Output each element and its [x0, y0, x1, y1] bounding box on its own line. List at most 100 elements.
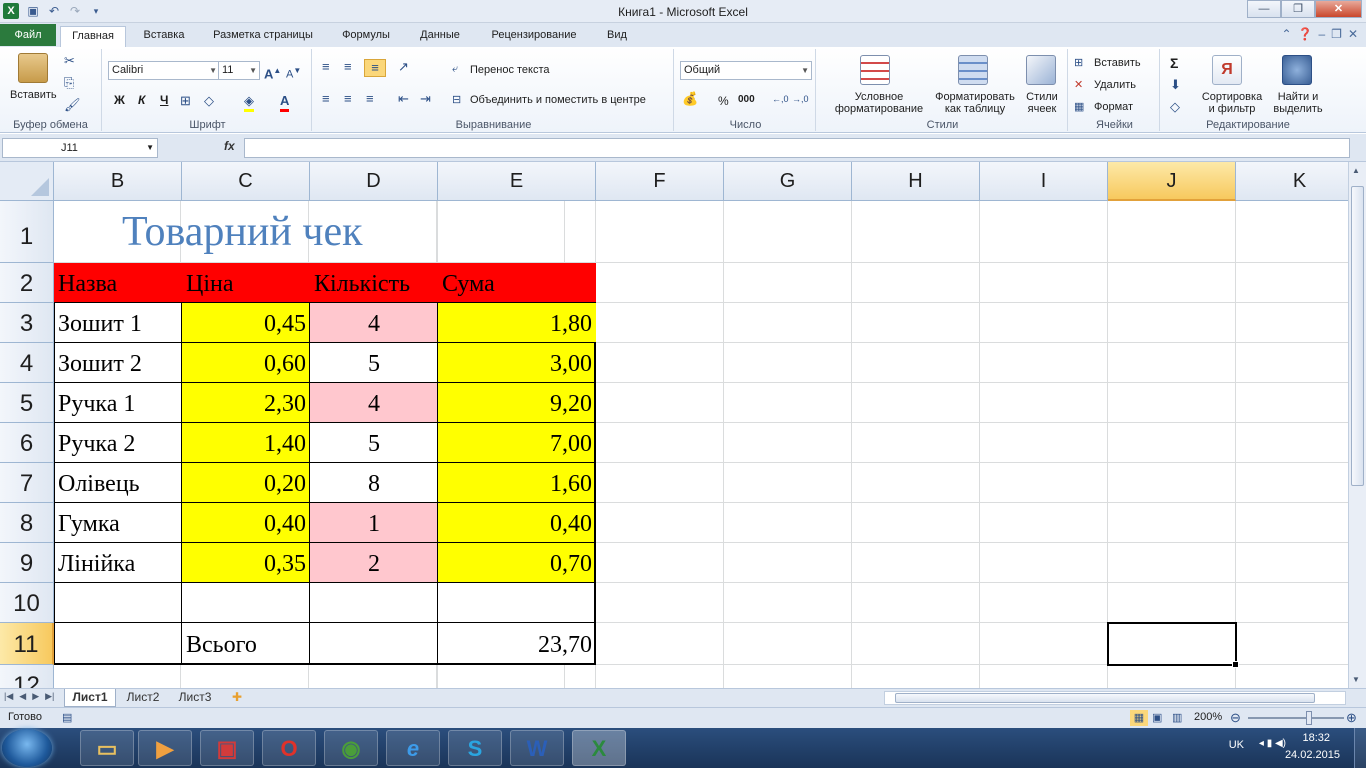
tray-icons[interactable]: ◂ ▮ ◀) — [1259, 738, 1286, 749]
format-cells-button[interactable]: Формат — [1094, 101, 1133, 113]
merge-center-icon[interactable]: ⊟ — [452, 92, 461, 108]
row-header-4[interactable]: 4 — [0, 343, 54, 383]
explorer-icon[interactable]: ▭ — [80, 730, 134, 766]
thousands-button[interactable]: 000 — [738, 94, 755, 105]
tab-insert[interactable]: Вставка — [134, 26, 194, 47]
percent-button[interactable]: % — [718, 94, 729, 108]
fill-icon[interactable]: ⬇ — [1170, 77, 1181, 93]
media-player-icon[interactable]: ▶ — [138, 730, 192, 766]
conditional-formatting-button[interactable]: Условное форматирование — [824, 91, 934, 115]
column-header-k[interactable]: K — [1236, 162, 1348, 201]
column-header-i[interactable]: I — [980, 162, 1108, 201]
tab-home[interactable]: Главная — [60, 26, 126, 47]
autosum-button[interactable]: Σ — [1170, 55, 1178, 71]
tab-page-layout[interactable]: Разметка страницы — [202, 26, 324, 47]
tab-formulas[interactable]: Формулы — [332, 26, 400, 47]
worksheet-grid[interactable]: B C D E F G H I J K 1 2 3 4 5 6 7 8 9 10… — [0, 162, 1348, 688]
zoom-slider-thumb[interactable] — [1306, 711, 1312, 725]
column-header-j[interactable]: J — [1108, 162, 1236, 201]
delete-cells-icon[interactable]: ✕ — [1074, 77, 1083, 93]
formula-input[interactable] — [244, 138, 1350, 158]
row-header-2[interactable]: 2 — [0, 263, 54, 303]
format-cells-icon[interactable]: ▦ — [1074, 99, 1084, 115]
bold-button[interactable]: Ж — [114, 93, 125, 107]
find-select-button[interactable]: Найти и выделить — [1266, 91, 1330, 115]
format-as-table-icon[interactable] — [958, 55, 988, 85]
tab-data[interactable]: Данные — [408, 26, 472, 47]
insert-cells-button[interactable]: Вставить — [1094, 57, 1141, 69]
restore-button[interactable]: ❐ — [1281, 0, 1315, 18]
internet-explorer-icon[interactable]: e — [386, 730, 440, 766]
macro-record-icon[interactable]: ▤ — [62, 710, 72, 726]
next-sheet-icon[interactable]: ▶ — [32, 691, 39, 702]
vertical-scroll-thumb[interactable] — [1351, 186, 1364, 486]
row-header-9[interactable]: 9 — [0, 543, 54, 583]
row-header-5[interactable]: 5 — [0, 383, 54, 423]
delete-cells-button[interactable]: Удалить — [1094, 79, 1136, 91]
minimize-ribbon-icon[interactable]: ⌃ — [1281, 27, 1291, 41]
language-indicator[interactable]: UK — [1229, 739, 1244, 751]
column-header-g[interactable]: G — [724, 162, 852, 201]
zoom-out-icon[interactable]: ⊖ — [1230, 710, 1241, 726]
zoom-slider[interactable] — [1248, 717, 1344, 719]
opera-icon[interactable]: O — [262, 730, 316, 766]
merge-center-button[interactable]: Объединить и поместить в центре — [470, 94, 646, 106]
vertical-scrollbar[interactable]: ▲ ▼ — [1348, 162, 1366, 688]
horizontal-scrollbar[interactable] — [884, 691, 1346, 705]
row-header-10[interactable]: 10 — [0, 583, 54, 623]
conditional-formatting-icon[interactable] — [860, 55, 890, 85]
italic-button[interactable]: К — [138, 93, 145, 107]
column-header-h[interactable]: H — [852, 162, 980, 201]
row-header-1[interactable]: 1 — [0, 201, 54, 263]
page-break-view-icon[interactable]: ▥ — [1172, 710, 1182, 726]
row-header-6[interactable]: 6 — [0, 423, 54, 463]
doc-minimize-icon[interactable]: – — [1318, 27, 1325, 41]
scroll-down-icon[interactable]: ▼ — [1352, 675, 1360, 684]
font-size-combo[interactable]: 11 ▼ — [218, 61, 260, 80]
format-painter-icon[interactable]: 🖌 — [64, 97, 81, 113]
cut-icon[interactable]: ✂ — [64, 53, 75, 69]
insert-function-button[interactable]: fx — [224, 139, 235, 153]
font-name-combo[interactable]: Calibri ▼ — [108, 61, 220, 80]
page-layout-view-icon[interactable]: ▣ — [1152, 710, 1162, 726]
tab-file[interactable]: Файл — [0, 24, 56, 46]
orientation-icon[interactable]: ↗ — [398, 59, 409, 75]
normal-view-icon[interactable]: ▦ — [1130, 710, 1148, 726]
scroll-up-icon[interactable]: ▲ — [1352, 166, 1360, 175]
prev-sheet-icon[interactable]: ◀ — [19, 691, 26, 702]
wrap-text-icon[interactable]: ⤶ — [452, 61, 458, 77]
clock-time[interactable]: 18:32 — [1302, 732, 1330, 744]
row-header-3[interactable]: 3 — [0, 303, 54, 343]
doc-restore-icon[interactable]: ❐ — [1331, 27, 1342, 41]
clear-icon[interactable]: ◇ — [1170, 99, 1180, 115]
help-icon[interactable]: ❓ — [1298, 27, 1313, 41]
currency-icon[interactable]: 💰 — [682, 91, 698, 107]
row-header-11[interactable]: 11 — [0, 623, 54, 665]
decrease-decimal-icon[interactable]: →,0 — [792, 91, 809, 107]
minimize-button[interactable]: — — [1247, 0, 1281, 18]
horizontal-scroll-thumb[interactable] — [895, 693, 1315, 703]
sheet-tab-2[interactable]: Лист2 — [120, 689, 166, 707]
zoom-level[interactable]: 200% — [1194, 711, 1222, 723]
zoom-in-icon[interactable]: ⊕ — [1346, 710, 1357, 726]
row-header-7[interactable]: 7 — [0, 463, 54, 503]
tab-review[interactable]: Рецензирование — [480, 26, 588, 47]
format-as-table-button[interactable]: Форматировать как таблицу — [926, 91, 1024, 115]
word-icon[interactable]: W — [510, 730, 564, 766]
row-header-12[interactable]: 12 — [0, 665, 54, 688]
insert-cells-icon[interactable]: ⊞ — [1074, 55, 1083, 71]
column-header-f[interactable]: F — [596, 162, 724, 201]
cell-styles-icon[interactable] — [1026, 55, 1056, 85]
sort-filter-icon[interactable]: Я — [1212, 55, 1242, 85]
column-header-d[interactable]: D — [310, 162, 438, 201]
increase-decimal-icon[interactable]: ←,0 — [772, 91, 789, 107]
sheet-tab-1[interactable]: Лист1 — [64, 689, 116, 707]
grow-font-icon[interactable]: A▲ — [264, 63, 281, 82]
shrink-font-icon[interactable]: A▼ — [286, 63, 301, 83]
paste-icon[interactable] — [18, 53, 48, 83]
align-top-icon[interactable]: ≡ — [322, 59, 330, 75]
align-left-icon[interactable]: ≡ — [322, 91, 330, 107]
sort-filter-button[interactable]: Сортировка и фильтр — [1198, 91, 1266, 115]
increase-indent-icon[interactable]: ⇥ — [420, 91, 431, 107]
floppy-app-icon[interactable]: ▣ — [200, 730, 254, 766]
